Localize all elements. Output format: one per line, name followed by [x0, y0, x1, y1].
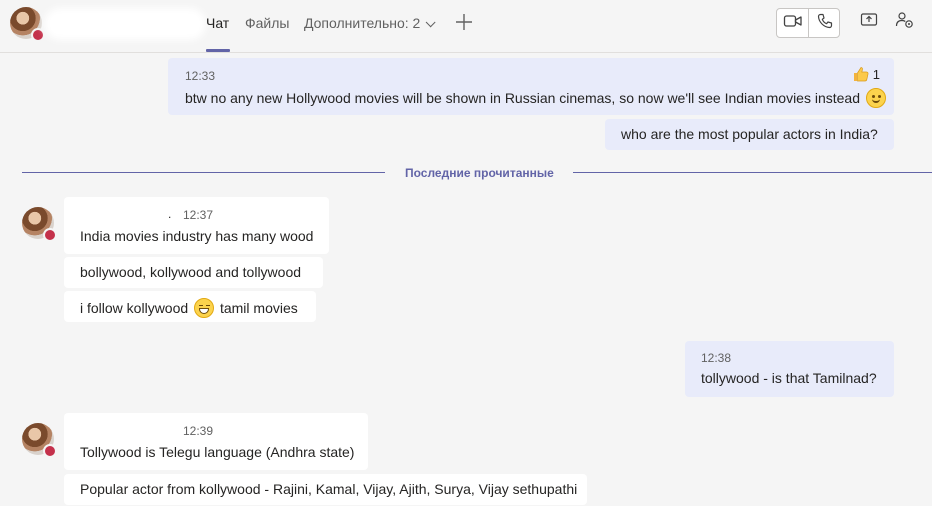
smile-emoji-icon	[865, 88, 886, 108]
message-time: 12:39	[183, 424, 214, 438]
reaction-like[interactable]: 1	[853, 66, 880, 82]
last-read-label: Последние прочитанные	[405, 166, 554, 180]
audio-call-icon	[817, 13, 833, 34]
incoming-message[interactable]: . 12:37 India movies industry has many w…	[64, 197, 329, 254]
header-divider	[0, 52, 932, 53]
people-settings-button[interactable]	[893, 10, 917, 34]
laughing-emoji-icon	[194, 298, 215, 318]
message-text: Tollywood is Telegu language (Andhra sta…	[80, 444, 355, 460]
redacted-contact-name	[50, 14, 200, 34]
message-time: 12:38	[701, 351, 732, 365]
video-call-icon	[783, 13, 803, 34]
thumbs-up-icon	[853, 66, 869, 82]
message-body: btw no any new Hollywood movies will be …	[185, 88, 888, 108]
incoming-message[interactable]: i follow kollywood tamil movies	[64, 291, 316, 322]
chat-header: Чат Файлы Дополнительно: 2	[0, 0, 932, 52]
message-text: i follow kollywood	[80, 300, 189, 316]
outgoing-message[interactable]: 12:33 1 btw no any new Hollywood movies …	[168, 58, 894, 115]
presence-busy-icon	[43, 228, 57, 242]
message-text: btw no any new Hollywood movies will be …	[185, 90, 861, 106]
chevron-down-icon	[425, 17, 436, 28]
avatar[interactable]	[10, 7, 45, 42]
tab-more[interactable]: Дополнительно: 2	[304, 15, 436, 31]
message-time: 12:33	[185, 69, 216, 83]
message-text: who are the most popular actors in India…	[621, 126, 878, 142]
incoming-message[interactable]: 12:39 Tollywood is Telegu language (Andh…	[64, 413, 368, 470]
message-text: bollywood, kollywood and tollywood	[80, 264, 302, 280]
incoming-message[interactable]: bollywood, kollywood and tollywood	[64, 257, 323, 288]
message-body: i follow kollywood tamil movies	[80, 298, 298, 318]
last-read-divider-line-right	[573, 172, 932, 173]
message-text: Popular actor from kollywood - Rajini, K…	[80, 481, 578, 497]
tab-more-label: Дополнительно: 2	[304, 15, 421, 31]
video-call-button[interactable]	[777, 9, 809, 37]
message-text: tollywood - is that Tamilnad?	[701, 370, 877, 386]
reaction-count: 1	[872, 66, 880, 82]
share-screen-button[interactable]	[857, 10, 881, 34]
outgoing-message[interactable]: who are the most popular actors in India…	[605, 119, 894, 150]
sender-avatar[interactable]	[22, 207, 57, 242]
tab-chat[interactable]: Чат	[206, 15, 229, 31]
incoming-message[interactable]: Popular actor from kollywood - Rajini, K…	[64, 474, 587, 505]
last-read-divider-line-left	[22, 172, 385, 173]
message-text: India movies industry has many wood	[80, 228, 314, 244]
sender-name-redacted: .	[168, 207, 172, 221]
message-text: tamil movies	[219, 300, 298, 316]
presence-busy-icon	[43, 444, 57, 458]
share-screen-icon	[860, 12, 878, 33]
presence-busy-icon	[31, 28, 45, 42]
sender-avatar[interactable]	[22, 423, 57, 458]
call-button-group	[776, 8, 840, 38]
tab-files[interactable]: Файлы	[245, 15, 289, 31]
outgoing-message[interactable]: 12:38 tollywood - is that Tamilnad?	[685, 341, 894, 397]
message-time: 12:37	[183, 208, 214, 222]
add-tab-icon[interactable]	[454, 12, 474, 32]
audio-call-button[interactable]	[809, 9, 841, 37]
people-settings-icon	[895, 11, 915, 34]
